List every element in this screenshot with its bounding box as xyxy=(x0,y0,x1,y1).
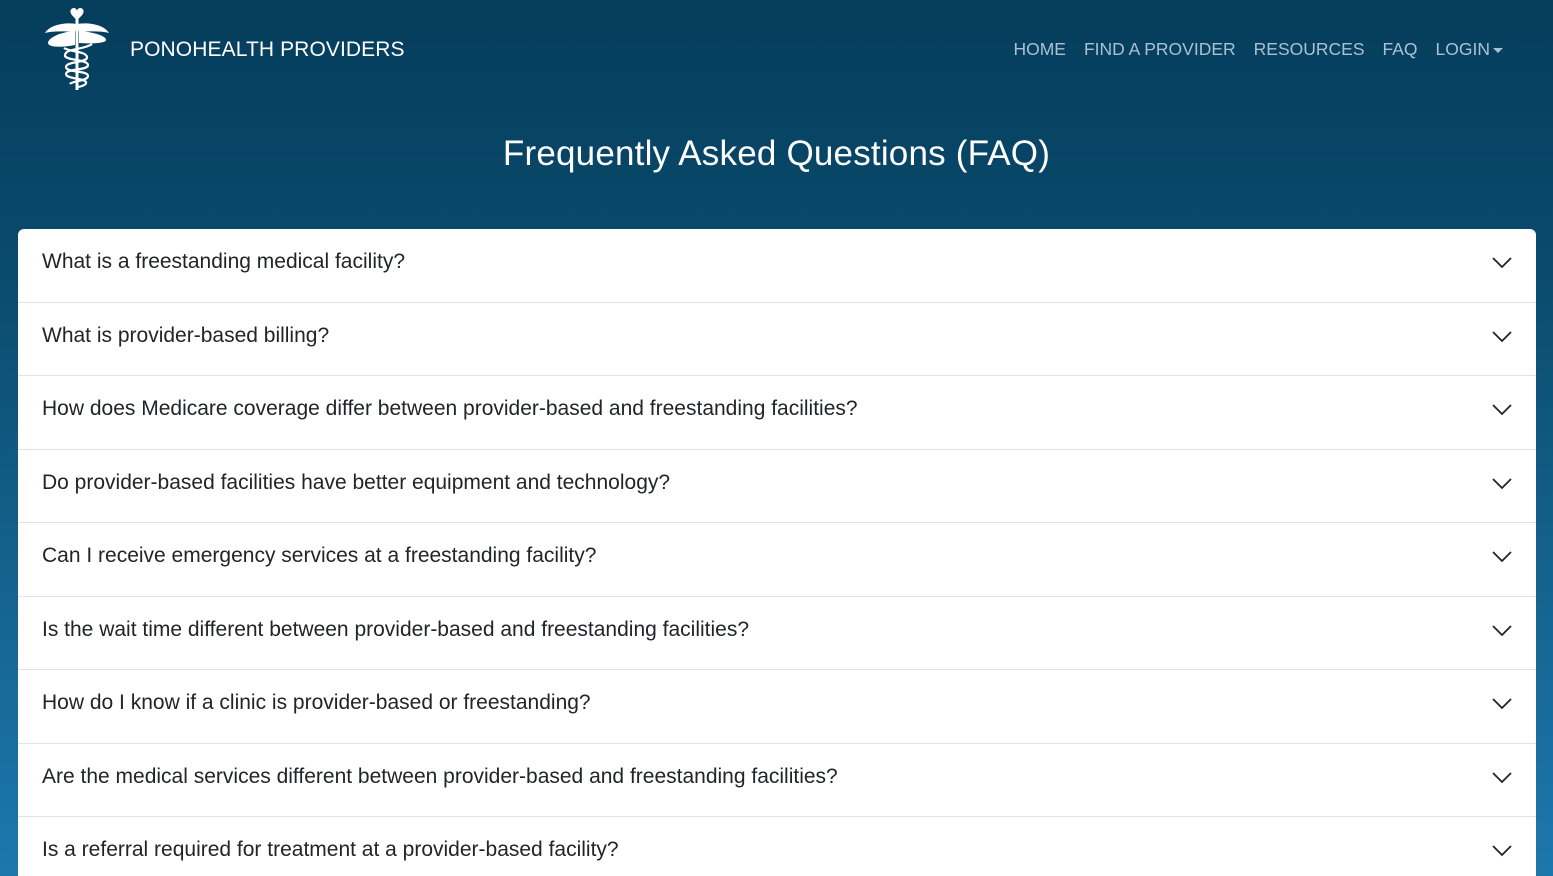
nav-home[interactable]: HOME xyxy=(1013,39,1066,60)
faq-question: What is a freestanding medical facility? xyxy=(42,250,405,273)
brand-link[interactable]: PONOHEALTH PROVIDERS xyxy=(42,4,405,92)
chevron-down-icon xyxy=(1492,845,1512,857)
chevron-down-icon xyxy=(1492,477,1512,489)
brand-name: PONOHEALTH PROVIDERS xyxy=(130,38,405,61)
faq-question: Is a referral required for treatment at … xyxy=(42,838,619,861)
faq-question: Are the medical services different betwe… xyxy=(42,764,838,788)
faq-item[interactable]: What is a freestanding medical facility? xyxy=(18,229,1536,303)
chevron-down-icon xyxy=(1492,330,1512,342)
faq-item[interactable]: Can I receive emergency services at a fr… xyxy=(18,523,1536,597)
nav-login-label: LOGIN xyxy=(1435,39,1490,59)
faq-question: Is the wait time different between provi… xyxy=(42,617,750,641)
faq-item[interactable]: What is provider-based billing? xyxy=(18,303,1536,376)
chevron-down-icon xyxy=(1492,771,1512,783)
chevron-down-icon xyxy=(1492,698,1512,710)
nav-links: HOME FIND A PROVIDER RESOURCES FAQ LOGIN xyxy=(995,39,1503,60)
chevron-down-icon xyxy=(1492,257,1512,269)
faq-item[interactable]: Do provider-based facilities have better… xyxy=(18,450,1536,523)
chevron-down-icon xyxy=(1492,551,1512,563)
faq-question: How does Medicare coverage differ betwee… xyxy=(42,397,858,420)
nav-login-dropdown[interactable]: LOGIN xyxy=(1436,39,1503,60)
faq-question: How do I know if a clinic is provider-ba… xyxy=(42,691,591,714)
caret-down-icon xyxy=(1493,47,1503,53)
faq-question: Do provider-based facilities have better… xyxy=(42,470,671,494)
chevron-down-icon xyxy=(1492,404,1512,416)
caduceus-heart-icon xyxy=(45,8,109,90)
faq-item[interactable]: Are the medical services different betwe… xyxy=(18,744,1536,817)
nav-faq[interactable]: FAQ xyxy=(1383,39,1418,60)
chevron-down-icon xyxy=(1492,624,1512,636)
faq-question: Can I receive emergency services at a fr… xyxy=(42,544,597,567)
faq-accordion: What is a freestanding medical facility?… xyxy=(18,229,1536,876)
nav-find-a-provider[interactable]: FIND A PROVIDER xyxy=(1084,39,1236,60)
page-title: Frequently Asked Questions (FAQ) xyxy=(502,134,1051,173)
faq-item[interactable]: Is the wait time different between provi… xyxy=(18,597,1536,670)
navbar: PONOHEALTH PROVIDERS HOME FIND A PROVIDE… xyxy=(0,0,1553,100)
nav-resources[interactable]: RESOURCES xyxy=(1254,39,1365,60)
faq-item[interactable]: Is a referral required for treatment at … xyxy=(18,817,1536,876)
faq-item[interactable]: How does Medicare coverage differ betwee… xyxy=(18,376,1536,450)
faq-item[interactable]: How do I know if a clinic is provider-ba… xyxy=(18,670,1536,744)
faq-question: What is provider-based billing? xyxy=(42,323,330,347)
